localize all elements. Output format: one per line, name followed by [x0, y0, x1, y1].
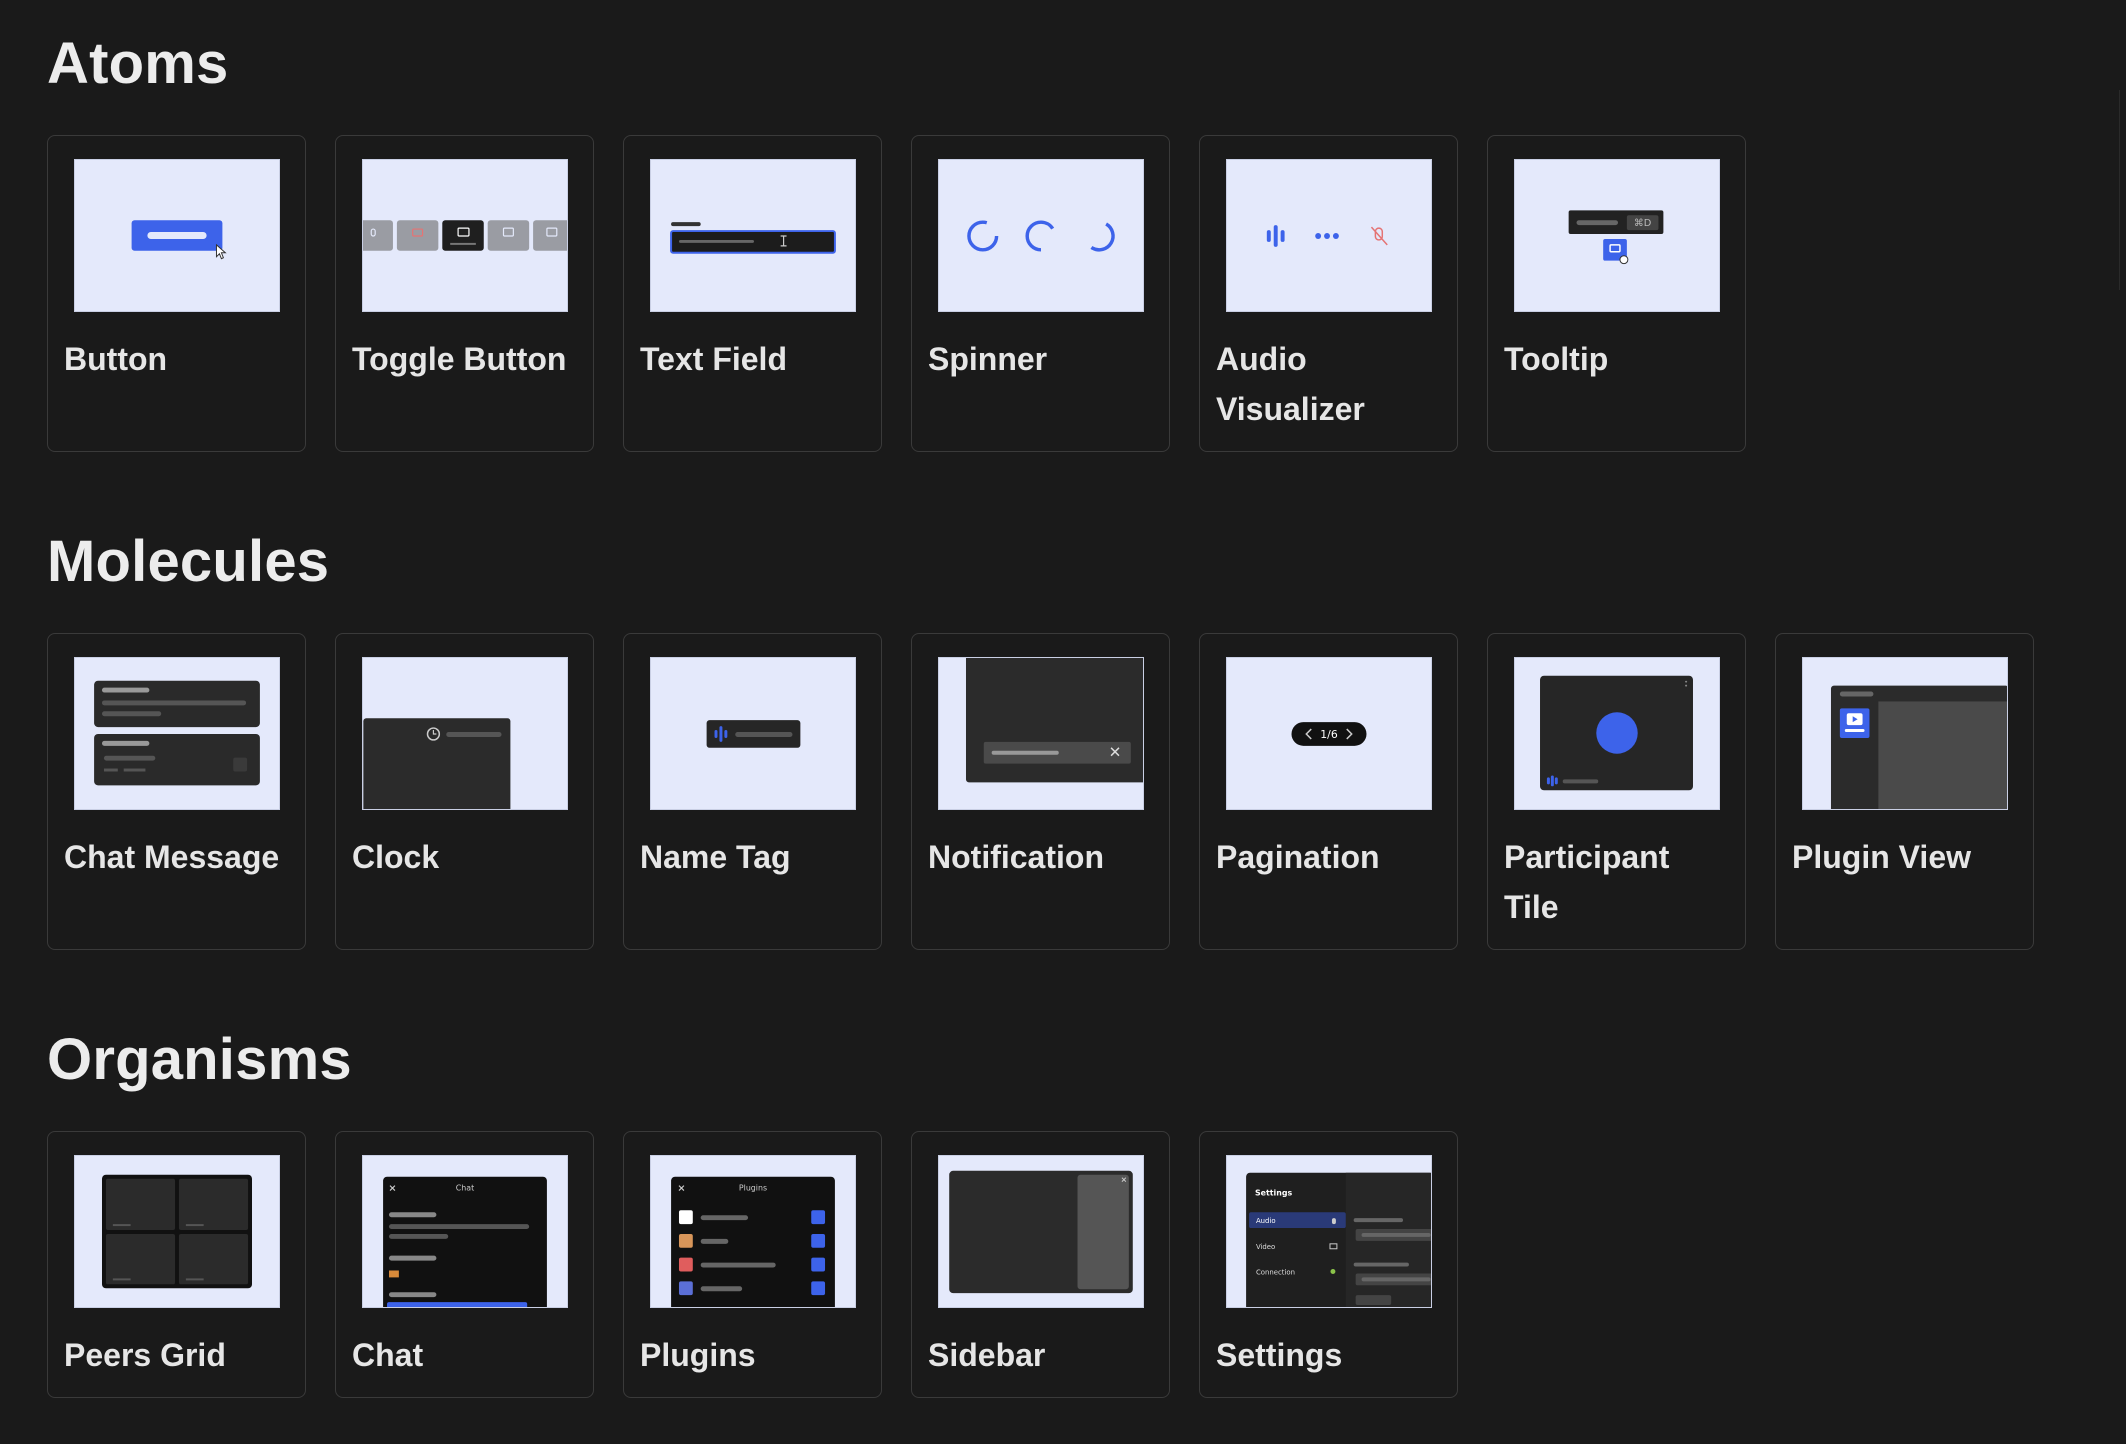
- card-label: Sidebar: [928, 1337, 1046, 1373]
- plugins-preview: Plugins: [650, 1155, 856, 1308]
- card-label: Name Tag: [640, 839, 791, 875]
- organisms-grid: Peers Grid Chat Chat Plugins Plugins Sid…: [47, 1131, 1458, 1398]
- chat-preview: Chat: [362, 1155, 568, 1308]
- card-toggle-button[interactable]: Toggle Button: [335, 135, 594, 452]
- card-label: Clock: [352, 839, 440, 875]
- audio-visualizer-preview: [1226, 159, 1432, 312]
- card-chat[interactable]: Chat Chat: [335, 1131, 594, 1398]
- clock-preview: [362, 657, 568, 810]
- card-tooltip[interactable]: ⌘D Tooltip: [1487, 135, 1746, 452]
- settings-menu-connection: Connection: [1256, 1268, 1295, 1276]
- card-label: Plugin View: [1792, 839, 1971, 875]
- card-button[interactable]: Button: [47, 135, 306, 452]
- pagination-preview: 1/6: [1226, 657, 1432, 810]
- settings-panel-title: Settings: [1255, 1188, 1292, 1197]
- card-text-field[interactable]: Text Field: [623, 135, 882, 452]
- card-settings[interactable]: Settings Audio Video Connection Settings: [1199, 1131, 1458, 1398]
- card-label: Button: [64, 341, 168, 377]
- notification-preview: [938, 657, 1144, 810]
- card-label: Chat: [352, 1337, 424, 1373]
- peers-grid-preview: [74, 1155, 280, 1308]
- settings-menu-video: Video: [1256, 1243, 1275, 1251]
- card-label: Audio Visualizer: [1216, 341, 1365, 427]
- card-chat-message[interactable]: Chat Message: [47, 633, 306, 950]
- atoms-grid: Button Toggle Button Text Field Spinner …: [47, 135, 1746, 452]
- plugin-view-preview: [1802, 657, 2008, 810]
- settings-preview: Settings Audio Video Connection: [1226, 1155, 1432, 1308]
- card-audio-visualizer[interactable]: Audio Visualizer: [1199, 135, 1458, 452]
- molecules-grid: Chat Message Clock Name Tag Notification…: [47, 633, 2034, 950]
- card-peers-grid[interactable]: Peers Grid: [47, 1131, 306, 1398]
- name-tag-preview: [650, 657, 856, 810]
- chat-message-preview: [74, 657, 280, 810]
- card-label: Participant Tile: [1504, 839, 1670, 925]
- tooltip-shortcut: ⌘D: [1634, 218, 1652, 229]
- participant-tile-preview: [1514, 657, 1720, 810]
- section-title-molecules: Molecules: [47, 529, 330, 594]
- button-preview: [74, 159, 280, 312]
- card-pagination[interactable]: 1/6 Pagination: [1199, 633, 1458, 950]
- card-plugins[interactable]: Plugins Plugins: [623, 1131, 882, 1398]
- card-label: Tooltip: [1504, 341, 1609, 377]
- card-label: Spinner: [928, 341, 1048, 377]
- section-title-organisms: Organisms: [47, 1027, 352, 1092]
- card-label: Settings: [1216, 1337, 1343, 1373]
- toggle-button-preview: [362, 159, 568, 312]
- plugins-panel-title: Plugins: [739, 1184, 767, 1193]
- card-plugin-view[interactable]: Plugin View: [1775, 633, 2034, 950]
- settings-menu-audio: Audio: [1256, 1217, 1276, 1225]
- card-name-tag[interactable]: Name Tag: [623, 633, 882, 950]
- card-label: Notification: [928, 839, 1104, 875]
- chat-panel-title: Chat: [456, 1184, 474, 1193]
- card-label: Peers Grid: [64, 1337, 226, 1373]
- tooltip-preview: ⌘D: [1514, 159, 1720, 312]
- card-label: Chat Message: [64, 839, 280, 875]
- section-title-atoms: Atoms: [47, 31, 229, 96]
- card-participant-tile[interactable]: Participant Tile: [1487, 633, 1746, 950]
- card-sidebar[interactable]: Sidebar: [911, 1131, 1170, 1398]
- scrollbar[interactable]: [2119, 90, 2126, 290]
- card-clock[interactable]: Clock: [335, 633, 594, 950]
- card-label: Pagination: [1216, 839, 1380, 875]
- text-field-preview: [650, 159, 856, 312]
- pagination-page: 1/6: [1320, 728, 1338, 741]
- card-spinner[interactable]: Spinner: [911, 135, 1170, 452]
- card-label: Text Field: [640, 341, 787, 377]
- sidebar-preview: [938, 1155, 1144, 1308]
- card-notification[interactable]: Notification: [911, 633, 1170, 950]
- spinner-preview: [938, 159, 1144, 312]
- card-label: Toggle Button: [352, 341, 567, 377]
- card-label: Plugins: [640, 1337, 756, 1373]
